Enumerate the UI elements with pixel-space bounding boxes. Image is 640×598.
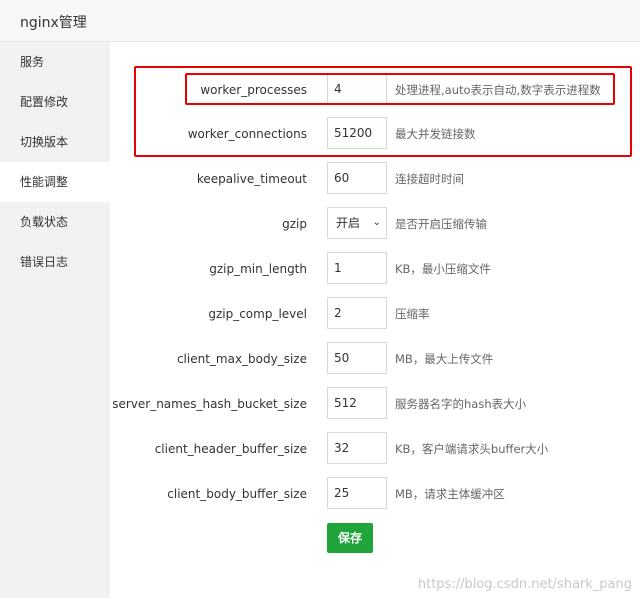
keepalive-timeout-input[interactable]: 60 bbox=[327, 162, 387, 194]
field-description: 连接超时时间 bbox=[395, 172, 464, 186]
field-description: KB，最小压缩文件 bbox=[395, 262, 491, 276]
gzip-min-length-input[interactable]: 1 bbox=[327, 252, 387, 284]
form-row-gzip: gzip 开启 ⌄ 是否开启压缩传输 bbox=[110, 207, 640, 241]
form-row-client-body-buffer-size: client_body_buffer_size 25 MB，请求主体缓冲区 bbox=[110, 477, 640, 511]
sidebar-item-performance[interactable]: 性能调整 bbox=[0, 162, 110, 202]
title-bar: nginx管理 bbox=[0, 0, 640, 42]
server-names-hash-bucket-size-input[interactable]: 512 bbox=[327, 387, 387, 419]
gzip-select[interactable]: 开启 ⌄ bbox=[327, 207, 387, 239]
form-row-client-max-body-size: client_max_body_size 50 MB，最大上传文件 bbox=[110, 342, 640, 376]
performance-form: worker_processes 4 处理进程,auto表示自动,数字表示进程数… bbox=[110, 42, 640, 598]
sidebar-item-service[interactable]: 服务 bbox=[0, 42, 110, 82]
watermark: https://blog.csdn.net/shark_pang bbox=[417, 577, 632, 592]
field-label: gzip_min_length bbox=[209, 262, 307, 276]
client-body-buffer-size-input[interactable]: 25 bbox=[327, 477, 387, 509]
form-row-gzip-comp-level: gzip_comp_level 2 压缩率 bbox=[110, 297, 640, 331]
field-label: gzip bbox=[282, 217, 307, 231]
field-description: MB，最大上传文件 bbox=[395, 352, 494, 366]
field-label: keepalive_timeout bbox=[196, 172, 307, 186]
form-row-client-header-buffer-size: client_header_buffer_size 32 KB，客户端请求头bu… bbox=[110, 432, 640, 466]
sidebar-item-switch-version[interactable]: 切换版本 bbox=[0, 122, 110, 162]
field-description: MB，请求主体缓冲区 bbox=[395, 487, 505, 501]
chevron-down-icon: ⌄ bbox=[372, 217, 381, 228]
save-button[interactable]: 保存 bbox=[327, 523, 373, 553]
client-header-buffer-size-input[interactable]: 32 bbox=[327, 432, 387, 464]
form-row-server-names-hash-bucket-size: server_names_hash_bucket_size 512 服务器名字的… bbox=[110, 387, 640, 421]
field-description: 服务器名字的hash表大小 bbox=[395, 397, 527, 411]
client-max-body-size-input[interactable]: 50 bbox=[327, 342, 387, 374]
form-row-gzip-min-length: gzip_min_length 1 KB，最小压缩文件 bbox=[110, 252, 640, 286]
sidebar-item-config-edit[interactable]: 配置修改 bbox=[0, 82, 110, 122]
sidebar-item-error-log[interactable]: 错误日志 bbox=[0, 242, 110, 282]
window-title: nginx管理 bbox=[20, 15, 87, 31]
sidebar: 服务 配置修改 切换版本 性能调整 负载状态 错误日志 bbox=[0, 42, 110, 598]
sidebar-item-load-status[interactable]: 负载状态 bbox=[0, 202, 110, 242]
gzip-comp-level-input[interactable]: 2 bbox=[327, 297, 387, 329]
field-label: server_names_hash_bucket_size bbox=[112, 397, 307, 411]
gzip-selected-value: 开启 bbox=[336, 216, 361, 230]
field-description: KB，客户端请求头buffer大小 bbox=[395, 442, 549, 456]
field-label: client_max_body_size bbox=[176, 352, 307, 366]
field-label: gzip_comp_level bbox=[208, 307, 307, 321]
field-label: client_header_buffer_size bbox=[154, 442, 307, 456]
field-label: client_body_buffer_size bbox=[167, 487, 307, 501]
field-description: 是否开启压缩传输 bbox=[395, 217, 487, 231]
form-row-keepalive-timeout: keepalive_timeout 60 连接超时时间 bbox=[110, 162, 640, 196]
field-description: 压缩率 bbox=[395, 307, 430, 321]
highlight-box-inner bbox=[185, 73, 615, 105]
